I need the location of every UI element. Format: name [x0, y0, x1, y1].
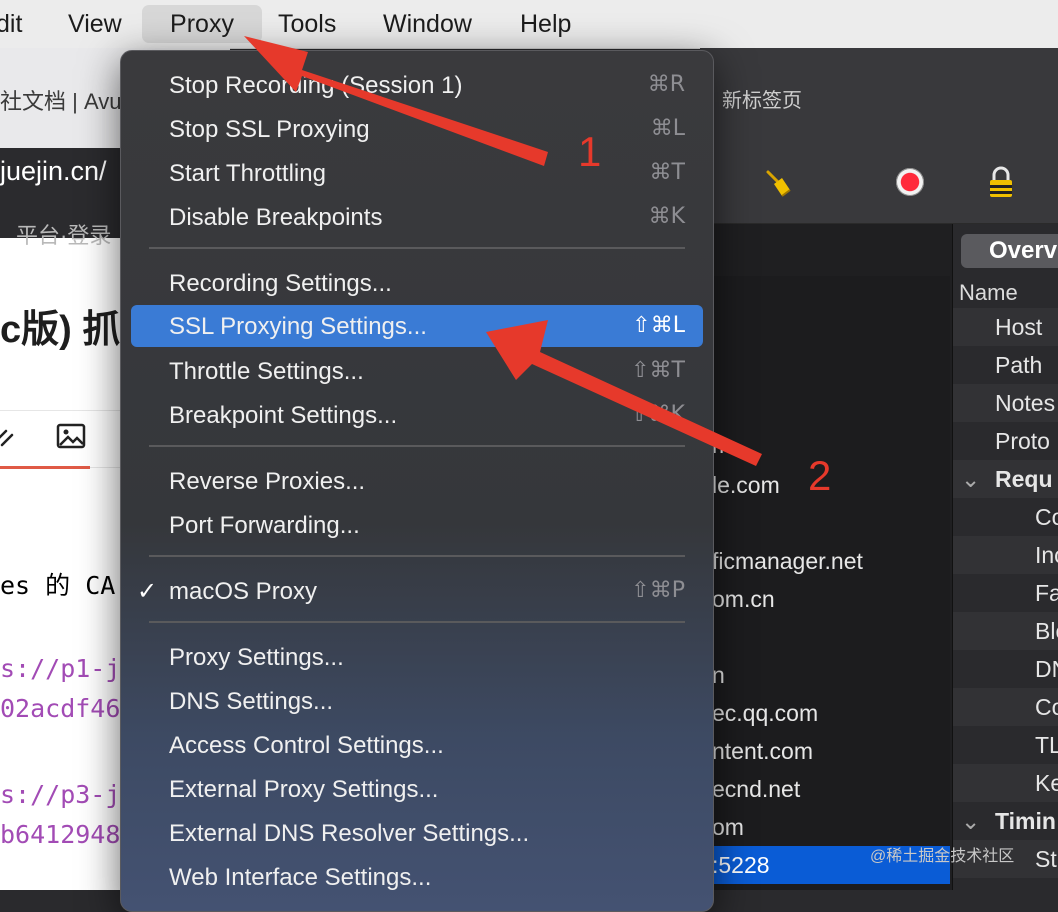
annotation-arrows: [244, 36, 762, 466]
annotation-arrow-2: [486, 320, 762, 466]
watermark: @稀土掘金技术社区: [870, 848, 1015, 865]
annotation-number-1: 1: [578, 128, 602, 175]
annotation-number-2: 2: [808, 452, 832, 499]
annotation-arrow-1: [244, 36, 548, 166]
